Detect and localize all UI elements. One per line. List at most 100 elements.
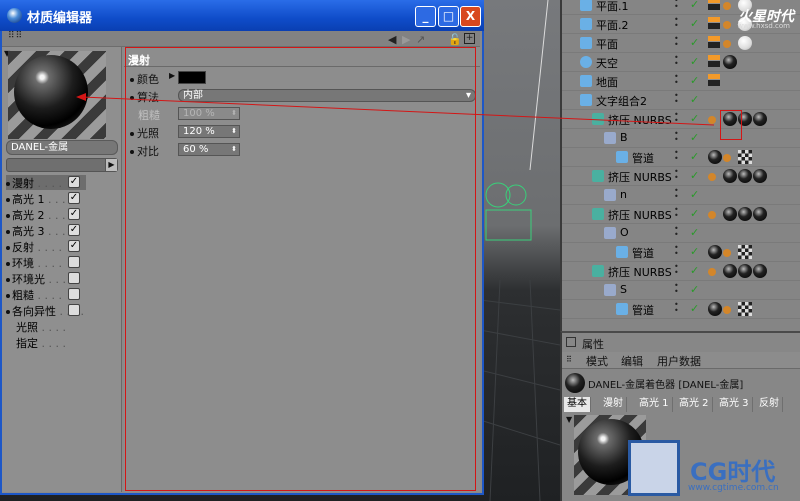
material-tag-icon[interactable] [738,207,752,221]
visibility-dots-icon[interactable]: • • [674,301,682,316]
channel-item[interactable]: 高光 1 . . . . ✓ [6,191,86,206]
material-tag-icon[interactable] [723,249,731,257]
channel-item[interactable]: 漫射 . . . . ✓ [6,175,86,190]
material-tag-icon[interactable] [723,169,737,183]
channel-checkbox[interactable] [68,256,80,268]
channel-checkbox[interactable]: ✓ [68,240,80,252]
channel-checkbox[interactable]: ✓ [68,224,80,236]
texture-tag-icon[interactable] [738,150,752,164]
enable-check-icon[interactable]: ✓ [690,188,699,201]
channel-item[interactable]: 环境光 . . . . [6,271,86,286]
channel-checkbox[interactable] [68,304,80,316]
object-row[interactable]: 文字组合2 • • ✓ [562,91,800,110]
enable-check-icon[interactable]: ✓ [690,74,699,87]
object-row[interactable]: 管道 • • ✓ [562,148,800,167]
menu-mode[interactable]: 模式 [586,353,608,369]
visibility-dots-icon[interactable]: • • [674,149,682,164]
material-tag-icon[interactable] [738,264,752,278]
material-tag-icon[interactable] [708,245,722,259]
enable-check-icon[interactable]: ✓ [690,226,699,239]
lock-icon[interactable]: 🔓 [448,33,462,46]
object-row[interactable]: 挤压 NURBS • • ✓ [562,205,800,224]
visibility-dots-icon[interactable]: • • [674,187,682,202]
material-tag-icon[interactable] [723,40,731,48]
up-arrow-icon[interactable]: ↗ [416,33,425,46]
material-tag-icon[interactable] [753,264,767,278]
material-tag-icon[interactable] [708,150,722,164]
object-row[interactable]: 挤压 NURBS • • ✓ [562,110,800,129]
enable-check-icon[interactable]: ✓ [690,0,699,11]
visibility-dots-icon[interactable]: • • [674,225,682,240]
material-tag-icon[interactable] [753,112,767,126]
enable-check-icon[interactable]: ✓ [690,245,699,258]
texture-tag-icon[interactable] [738,245,752,259]
object-row[interactable]: n • • ✓ [562,186,800,205]
texture-tag-icon[interactable] [738,302,752,316]
material-tag-icon[interactable] [738,169,752,183]
object-name[interactable]: O [620,226,629,239]
grip-icon[interactable]: ⠿⠿ [8,31,23,41]
material-tag-icon[interactable] [708,211,716,219]
maximize-button[interactable]: □ [438,6,459,27]
material-name[interactable]: DANEL-金属 [6,140,118,155]
visibility-dots-icon[interactable]: • • [674,0,682,12]
enable-check-icon[interactable]: ✓ [690,131,699,144]
visibility-dots-icon[interactable]: • • [674,263,682,278]
close-button[interactable]: X [460,6,481,27]
channel-item[interactable]: 反射 . . . . ✓ [6,239,86,254]
channel-checkbox[interactable]: ✓ [68,176,80,188]
material-tag-icon[interactable] [723,207,737,221]
object-row[interactable]: S • • ✓ [562,281,800,300]
material-tag-icon[interactable] [723,21,731,29]
channel-item[interactable]: 指定 . . . . [6,335,86,350]
channel-item[interactable]: 光照 . . . . [6,319,86,334]
material-tag-icon[interactable] [723,2,731,10]
attributes-tab[interactable]: 漫射 [600,397,627,412]
visibility-dots-icon[interactable]: • • [674,206,682,221]
visibility-dots-icon[interactable]: • • [674,282,682,297]
render-tag-icon[interactable] [708,0,720,10]
attributes-tab[interactable]: 高光 1 [636,397,673,412]
object-name[interactable]: n [620,188,627,201]
visibility-dots-icon[interactable]: • • [674,73,682,88]
object-name[interactable]: 文字组合2 [596,93,647,109]
object-name[interactable]: 天空 [596,55,618,71]
object-row[interactable]: 地面 • • ✓ [562,72,800,91]
material-tag-icon[interactable] [708,116,716,124]
enable-check-icon[interactable]: ✓ [690,55,699,68]
material-tag-icon[interactable] [738,36,752,50]
object-name[interactable]: 管道 [632,302,654,318]
visibility-dots-icon[interactable]: • • [674,35,682,50]
render-tag-icon[interactable] [708,17,720,29]
channel-item[interactable]: 各向异性 . . . . [6,303,86,318]
enable-check-icon[interactable]: ✓ [690,150,699,163]
material-tag-icon[interactable] [723,264,737,278]
enable-check-icon[interactable]: ✓ [690,36,699,49]
object-name[interactable]: B [620,131,628,144]
material-tag-icon[interactable] [723,154,731,162]
material-preview[interactable] [8,51,106,139]
render-tag-icon[interactable] [708,55,720,67]
menu-user-data[interactable]: 用户数据 [657,353,701,369]
menu-edit[interactable]: 编辑 [621,353,643,369]
attributes-tab[interactable]: 高光 3 [716,397,753,412]
visibility-dots-icon[interactable]: • • [674,111,682,126]
object-row[interactable]: 平面 • • ✓ [562,34,800,53]
visibility-dots-icon[interactable]: • • [674,130,682,145]
render-tag-icon[interactable] [708,36,720,48]
visibility-dots-icon[interactable]: • • [674,168,682,183]
new-window-icon[interactable]: + [464,33,475,44]
attributes-tab[interactable]: 高光 2 [676,397,713,412]
channel-item[interactable]: 环境 . . . . [6,255,86,270]
preview-size-slider[interactable]: ▶ [6,158,118,172]
object-row[interactable]: 管道 • • ✓ [562,243,800,262]
object-row[interactable]: B • • ✓ [562,129,800,148]
attributes-tab[interactable]: 反射 [756,397,783,412]
back-arrow-icon[interactable]: ◀ [388,33,396,46]
enable-check-icon[interactable]: ✓ [690,264,699,277]
enable-check-icon[interactable]: ✓ [690,283,699,296]
object-name[interactable]: S [620,283,627,296]
visibility-dots-icon[interactable]: • • [674,54,682,69]
object-name[interactable]: 管道 [632,245,654,261]
enable-check-icon[interactable]: ✓ [690,112,699,125]
